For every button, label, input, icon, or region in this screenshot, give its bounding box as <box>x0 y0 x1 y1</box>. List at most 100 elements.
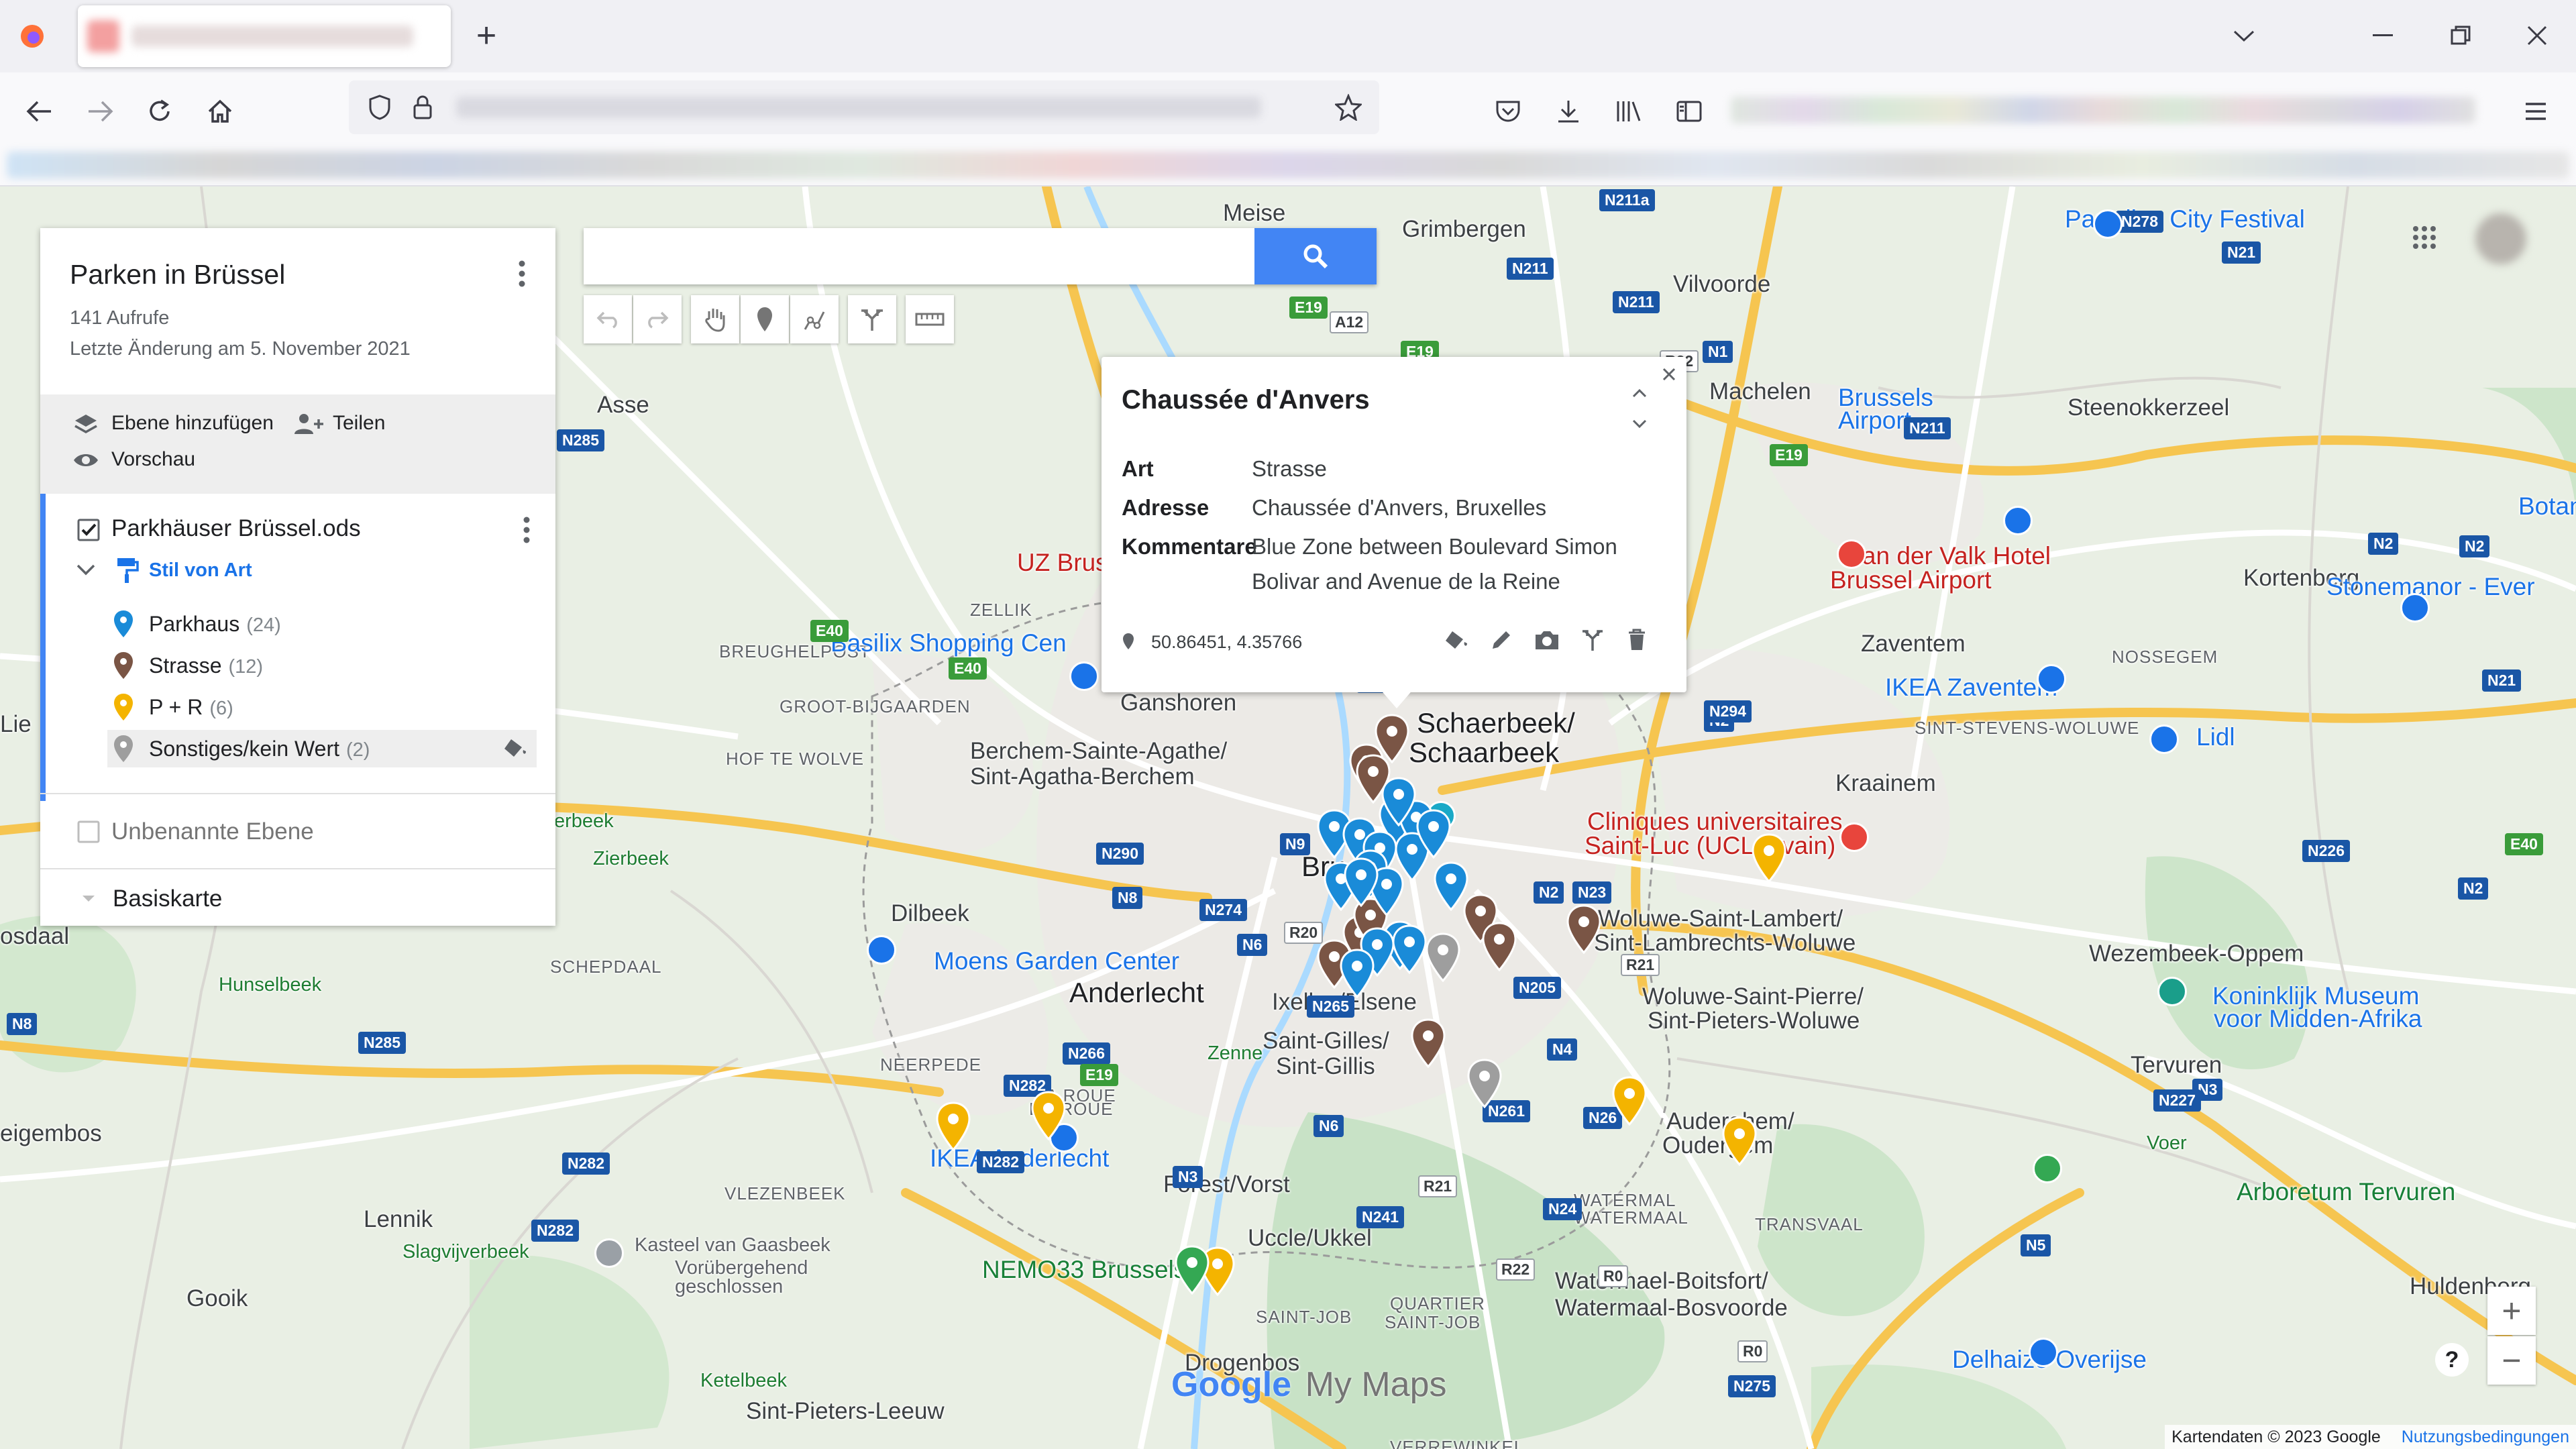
downloads-icon[interactable] <box>1547 90 1590 133</box>
category-count: (6) <box>209 698 233 719</box>
share-button[interactable]: Teilen <box>333 412 385 435</box>
add-layer-button[interactable]: Ebene hinzufügen <box>111 412 274 435</box>
map-marker-pr[interactable] <box>1611 1076 1648 1129</box>
road-shield: N274 <box>1199 899 1247 921</box>
map-marker-parkhaus[interactable] <box>1381 777 1417 830</box>
map-marker-sonstiges[interactable] <box>1466 1059 1503 1112</box>
edit-pencil-icon[interactable] <box>1481 620 1521 660</box>
map-marker-sonstiges[interactable] <box>1425 932 1461 985</box>
legend-category-row[interactable]: P + R (6) <box>107 688 537 726</box>
road-shield: N211 <box>1904 417 1951 439</box>
layer2-name[interactable]: Unbenannte Ebene <box>111 818 314 845</box>
map-marker-strasse[interactable] <box>1481 922 1517 975</box>
redo-button[interactable] <box>633 295 682 343</box>
home-icon[interactable] <box>199 90 241 133</box>
map-title[interactable]: Parken in Brüssel <box>70 259 285 290</box>
style-by-type[interactable]: Stil von Art <box>149 559 252 582</box>
basemap-expand-icon[interactable] <box>75 885 102 912</box>
delete-trash-icon[interactable] <box>1617 620 1657 660</box>
layer1-options-icon[interactable] <box>510 510 543 550</box>
menu-icon[interactable] <box>2514 90 2557 133</box>
avatar[interactable] <box>2475 213 2526 264</box>
road-shield: N4 <box>1547 1038 1578 1061</box>
road-shield: N282 <box>531 1220 579 1242</box>
layer1-name[interactable]: Parkhäuser Brüssel.ods <box>111 515 361 542</box>
directions-tool[interactable] <box>848 295 896 343</box>
url-bar[interactable] <box>349 80 1379 134</box>
map-marker-green[interactable] <box>1174 1245 1210 1298</box>
preview-button[interactable]: Vorschau <box>111 448 195 471</box>
map-marker-parkhaus[interactable] <box>1415 809 1452 862</box>
close-icon[interactable] <box>2510 12 2564 59</box>
map-marker-parkhaus[interactable] <box>1391 924 1428 977</box>
help-button[interactable]: ? <box>2435 1343 2469 1377</box>
shield-icon[interactable] <box>360 87 400 127</box>
back-icon[interactable] <box>17 90 60 133</box>
zoom-in-button[interactable]: + <box>2487 1287 2536 1335</box>
sidebar-icon[interactable] <box>1668 90 1711 133</box>
add-photo-icon[interactable] <box>1527 620 1567 660</box>
directions-icon[interactable] <box>1572 620 1613 660</box>
draw-line-tool[interactable] <box>790 295 839 343</box>
map-marker-pr[interactable] <box>1721 1116 1758 1169</box>
popup-prev-icon[interactable] <box>1626 381 1653 405</box>
minimize-icon[interactable] <box>2356 12 2410 59</box>
bookmark-star-icon[interactable] <box>1328 87 1368 127</box>
legend-category-row[interactable]: Strasse (12) <box>107 647 537 684</box>
map-options-icon[interactable] <box>503 252 541 295</box>
airport-icon <box>2003 506 2033 535</box>
map-marker-pr[interactable] <box>1751 833 1787 886</box>
active-tab[interactable] <box>78 5 451 67</box>
restore-icon[interactable] <box>2434 12 2487 59</box>
map-place-label: voor Midden-Afrika <box>2214 1005 2422 1032</box>
new-tab-button[interactable]: + <box>463 12 510 59</box>
map-place-label: Slagvijverbeek <box>402 1241 529 1263</box>
terms-link[interactable]: Nutzungsbedingungen <box>2402 1428 2569 1446</box>
map-place-label: Berchem-Sainte-Agathe/ <box>970 738 1228 764</box>
add-marker-tool[interactable] <box>741 295 789 343</box>
map-marker-parkhaus[interactable] <box>1433 861 1469 914</box>
firefox-icon[interactable] <box>15 19 50 54</box>
style-collapse-icon[interactable] <box>72 557 99 584</box>
map-place-label: NEMO33 Brussels <box>982 1256 1187 1283</box>
popup-close-icon[interactable] <box>1656 361 1682 388</box>
road-shield: N227 <box>2153 1089 2201 1112</box>
map-marker-parkhaus[interactable] <box>1339 949 1375 1002</box>
zoom-out-button[interactable]: − <box>2487 1336 2536 1385</box>
search-button[interactable] <box>1254 228 1377 284</box>
map-place-label: UZ Brus <box>1017 549 1108 576</box>
style-paint-icon[interactable] <box>1436 620 1476 660</box>
legend-category-row[interactable]: Sonstiges/kein Wert (2) <box>107 730 537 767</box>
map-place-label: Sint-Lambrechts-Woluwe <box>1594 930 1856 956</box>
popup-next-icon[interactable] <box>1626 412 1653 436</box>
layer2-checkbox[interactable] <box>75 818 102 845</box>
map-marker-pr[interactable] <box>935 1102 971 1155</box>
apps-grid-icon[interactable] <box>2404 217 2445 258</box>
map-marker-strasse[interactable] <box>1566 904 1602 957</box>
list-tabs-icon[interactable] <box>2220 15 2267 58</box>
pan-hand-tool[interactable] <box>691 295 739 343</box>
lock-icon[interactable] <box>402 87 443 127</box>
map-marker-pr[interactable] <box>1030 1091 1067 1144</box>
layer1-checkbox[interactable] <box>75 517 102 543</box>
preview-eye-icon <box>71 445 101 475</box>
map-marker-strasse[interactable] <box>1410 1018 1446 1071</box>
map-place-label: QUARTIER <box>1390 1293 1485 1313</box>
map-place-label: NOSSEGEM <box>2112 647 2218 667</box>
arboretum-icon <box>2033 1154 2062 1183</box>
basemap-label[interactable]: Basiskarte <box>113 885 222 912</box>
pocket-icon[interactable] <box>1487 90 1529 133</box>
map-marker-parkhaus[interactable] <box>1343 857 1379 910</box>
road-shield: R21 <box>1621 954 1660 976</box>
forward-icon[interactable] <box>79 90 122 133</box>
road-shield: N3 <box>1173 1166 1203 1188</box>
measure-tool[interactable] <box>906 295 954 343</box>
road-shield: E19 <box>1080 1064 1118 1086</box>
undo-button[interactable] <box>584 295 632 343</box>
library-icon[interactable] <box>1607 90 1650 133</box>
category-style-icon[interactable] <box>502 737 527 763</box>
reload-icon[interactable] <box>138 90 181 133</box>
map-place-label: Watermaal-Bosvoorde <box>1555 1295 1788 1321</box>
map-place-label: Meise <box>1223 200 1286 226</box>
legend-category-row[interactable]: Parkhaus (24) <box>107 605 537 643</box>
